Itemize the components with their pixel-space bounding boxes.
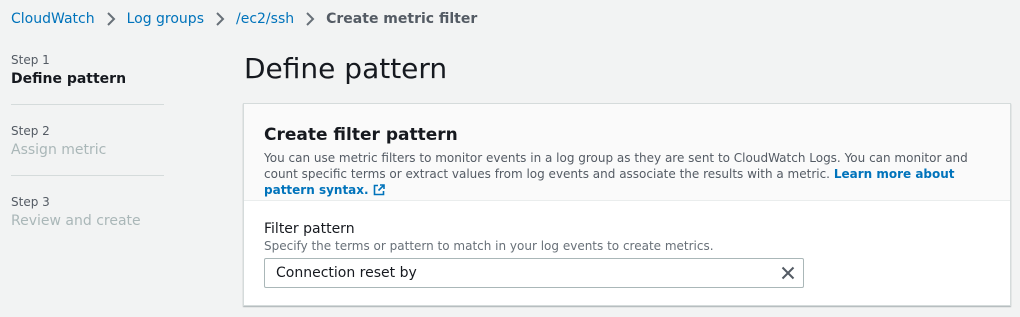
panel-description: You can use metric filters to monitor ev…: [264, 150, 994, 200]
panel-title: Create filter pattern: [264, 125, 458, 145]
breadcrumb: CloudWatch Log groups /ec2/ssh Create me…: [11, 9, 477, 29]
step-title: Assign metric: [11, 142, 107, 158]
close-icon[interactable]: [780, 265, 796, 281]
filter-pattern-field: [264, 258, 804, 288]
filter-pattern-panel: Create filter pattern You can use metric…: [243, 103, 1011, 306]
chevron-right-icon: [294, 11, 326, 27]
filter-pattern-description: Specify the terms or pattern to match in…: [264, 239, 714, 253]
chevron-right-icon: [204, 11, 236, 27]
page-title: Define pattern: [244, 52, 448, 85]
step-number: Step 1: [11, 53, 50, 67]
filter-pattern-input[interactable]: [264, 258, 804, 288]
breadcrumb-link-log-group[interactable]: /ec2/ssh: [236, 11, 294, 27]
step-divider: [11, 175, 164, 176]
step-title: Review and create: [11, 213, 141, 229]
step-number: Step 3: [11, 195, 50, 209]
external-link-icon: [373, 184, 385, 200]
panel-header: Create filter pattern You can use metric…: [244, 104, 1010, 201]
wizard-steps: Step 1 Define pattern Step 2 Assign metr…: [11, 51, 164, 264]
chevron-right-icon: [95, 11, 127, 27]
wizard-step-3: Step 3 Review and create: [11, 194, 164, 264]
wizard-step-2: Step 2 Assign metric: [11, 123, 164, 193]
wizard-step-1: Step 1 Define pattern: [11, 52, 164, 122]
step-title: Define pattern: [11, 71, 127, 87]
breadcrumb-link-cloudwatch[interactable]: CloudWatch: [11, 11, 95, 27]
breadcrumb-link-log-groups[interactable]: Log groups: [127, 11, 204, 27]
step-divider: [11, 104, 164, 105]
filter-pattern-label: Filter pattern: [264, 221, 355, 237]
step-number: Step 2: [11, 124, 50, 138]
breadcrumb-current: Create metric filter: [326, 11, 478, 27]
